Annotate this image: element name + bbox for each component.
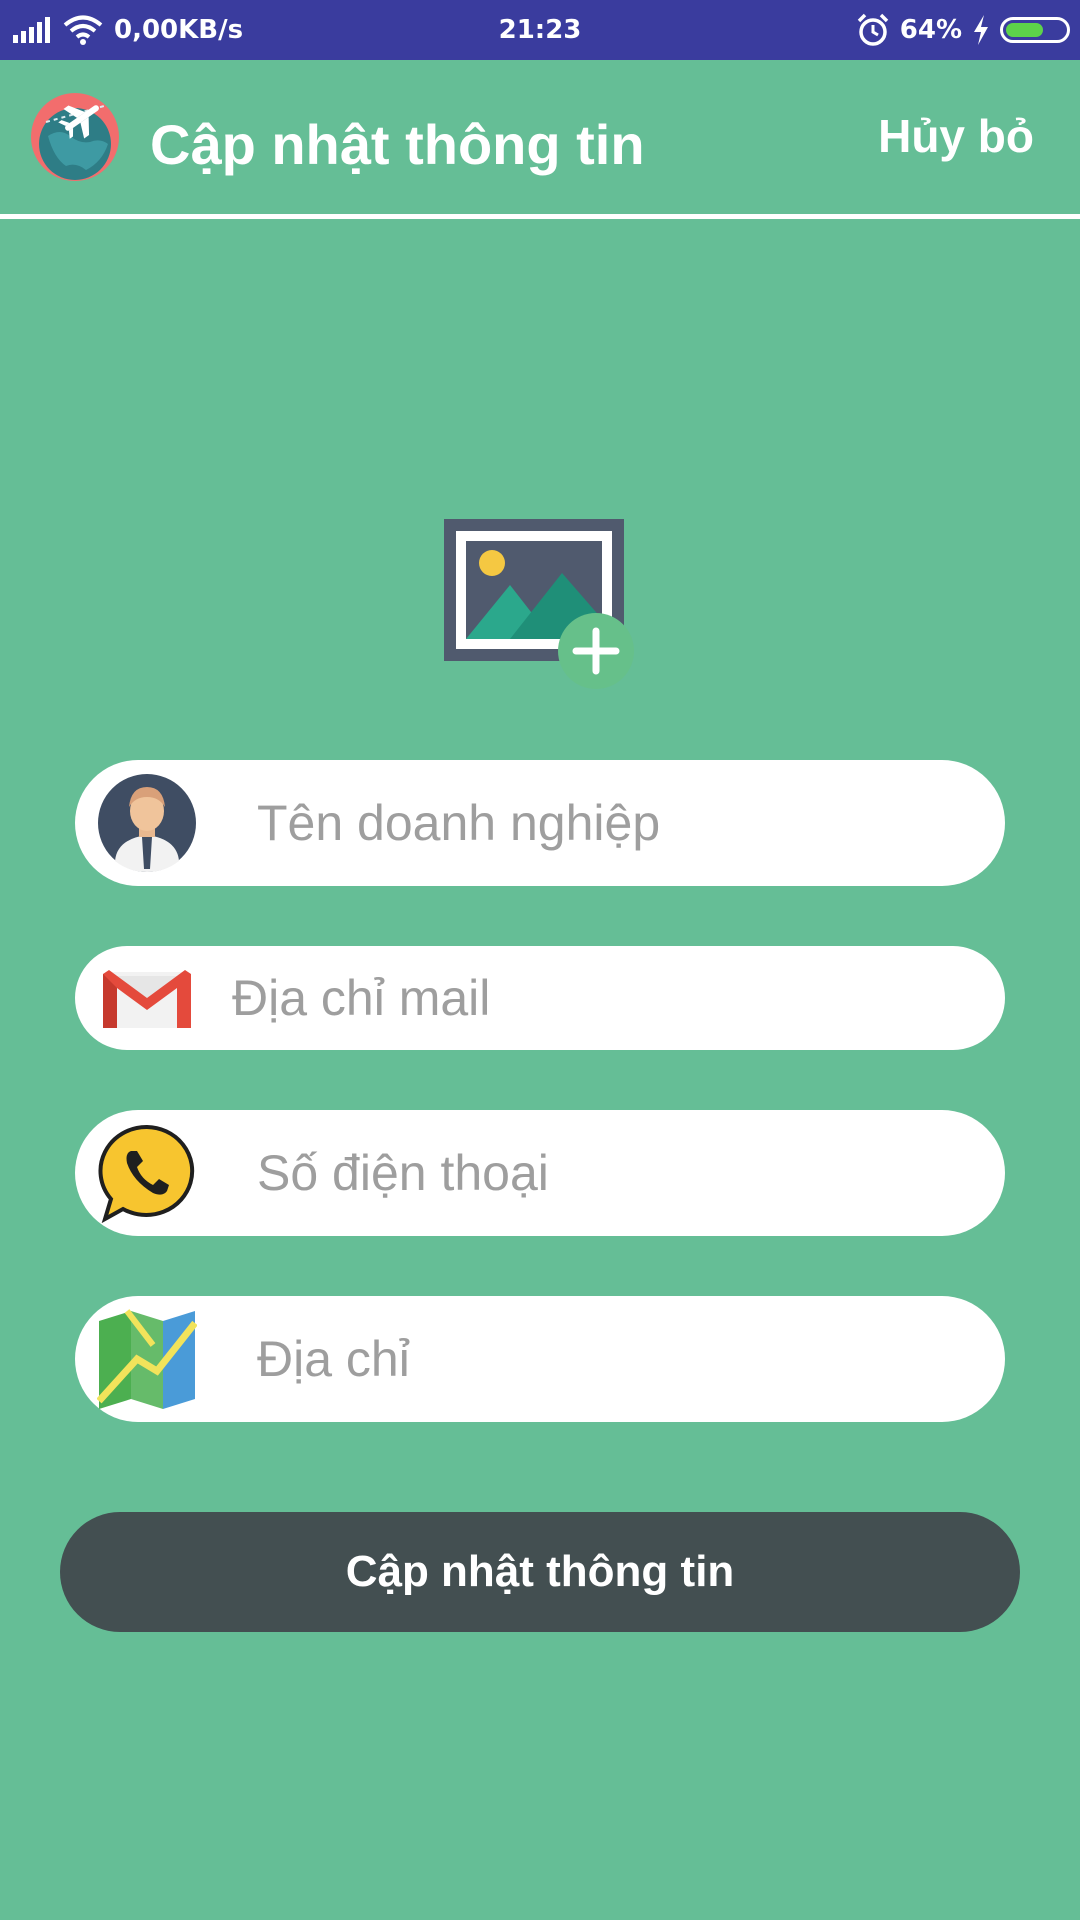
battery-icon (1000, 17, 1070, 43)
add-image-button[interactable] (440, 515, 640, 695)
phone-icon (98, 1124, 195, 1223)
cancel-button[interactable]: Hủy bỏ (878, 96, 1034, 176)
map-icon (97, 1309, 197, 1409)
address-input[interactable] (255, 1296, 965, 1422)
address-field[interactable] (75, 1296, 1005, 1422)
email-field[interactable] (75, 946, 1005, 1050)
signal-icon (13, 17, 50, 43)
alarm-icon (857, 13, 889, 46)
header-divider (0, 214, 1080, 219)
wifi-icon (63, 15, 103, 45)
phone-input[interactable] (255, 1110, 965, 1236)
company-name-field[interactable] (75, 760, 1005, 886)
add-image-icon (444, 519, 634, 689)
clock: 21:23 (498, 15, 582, 45)
status-bar-right: 64% (856, 0, 1070, 60)
battery-percent: 64% (899, 15, 962, 45)
battery-level-fill (1006, 23, 1043, 37)
company-name-input[interactable] (255, 760, 965, 886)
status-bar-left: 0,00KB/s (12, 0, 243, 60)
globe-plane-logo (31, 93, 119, 181)
page-title: Cập nhật thông tin (150, 113, 645, 176)
email-input[interactable] (230, 946, 965, 1050)
charging-icon (974, 15, 988, 45)
gmail-icon (103, 970, 191, 1028)
network-speed: 0,00KB/s (114, 15, 244, 45)
businessman-avatar-icon (98, 774, 196, 872)
update-info-button[interactable]: Cập nhật thông tin (60, 1512, 1020, 1632)
phone-field[interactable] (75, 1110, 1005, 1236)
app-header: Cập nhật thông tin Hủy bỏ (0, 60, 1080, 214)
status-bar: 0,00KB/s 21:23 64% (0, 0, 1080, 60)
